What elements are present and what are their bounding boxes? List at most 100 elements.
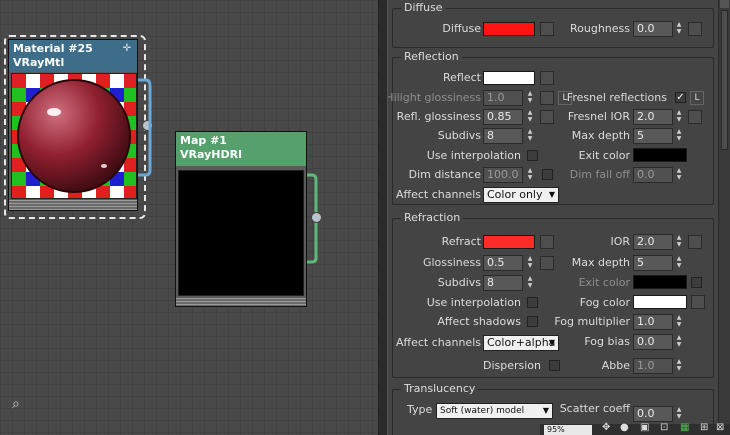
reflection-use-interpolation-checkbox[interactable] xyxy=(527,150,538,161)
spinner-arrows-icon[interactable]: ▲ ▼ xyxy=(675,21,683,37)
binoculars-icon[interactable]: ⌕ xyxy=(12,396,20,412)
scatter-coeff-spinner[interactable]: 0.0 xyxy=(633,406,673,422)
reflection-exit-color-swatch[interactable] xyxy=(633,148,687,162)
reflect-color-swatch[interactable] xyxy=(483,71,535,85)
hilight-map-button[interactable] xyxy=(540,91,554,105)
spinner-arrows-icon[interactable]: ▲ ▼ xyxy=(675,128,683,144)
reflection-max-depth-spinner[interactable]: 5 xyxy=(633,128,673,144)
fog-color-swatch[interactable] xyxy=(633,295,687,309)
roughness-map-button[interactable] xyxy=(688,22,702,36)
map-node[interactable]: Map #1 VRayHDRI xyxy=(175,131,307,307)
scrollbar-thumb[interactable] xyxy=(721,10,728,150)
hilight-glossiness-spinner[interactable]: 1.0 xyxy=(483,90,523,106)
fog-color-map-button[interactable] xyxy=(691,295,705,309)
refract-map-button[interactable] xyxy=(540,235,554,249)
reflection-affect-channels-value: Color only xyxy=(487,188,543,201)
spinner-arrows-icon[interactable]: ▲ ▼ xyxy=(675,314,683,330)
spinner-arrows-icon[interactable]: ▲ ▼ xyxy=(526,109,534,125)
translucency-type-label: Type xyxy=(407,403,433,416)
scatter-coeff-label: Scatter coeff xyxy=(559,402,630,415)
map-node-title: Map #1 xyxy=(180,134,227,147)
refraction-exit-color-label: Exit color xyxy=(578,276,630,289)
zoom-field[interactable]: 95% xyxy=(544,425,592,435)
reflection-affect-channels-dropdown[interactable]: Color only ▼ xyxy=(483,187,559,203)
map-node-header[interactable]: Map #1 VRayHDRI xyxy=(176,132,306,166)
hilight-glossiness-label: Hilight glossiness xyxy=(388,91,481,104)
spinner-arrows-icon[interactable]: ▲ ▼ xyxy=(675,234,683,250)
fresnel-ior-map-button[interactable] xyxy=(688,110,702,124)
affect-shadows-checkbox[interactable] xyxy=(527,316,538,327)
zoom-extents-icon[interactable]: ▣ xyxy=(640,422,649,433)
refraction-exit-color-checkbox[interactable] xyxy=(691,277,702,288)
fresnel-ior-spinner[interactable]: 2.0 xyxy=(633,109,673,125)
dispersion-checkbox[interactable] xyxy=(549,360,560,371)
diffuse-label: Diffuse xyxy=(442,22,481,35)
node-editor-viewport[interactable]: Material #25 VRayMtl ✛ Map #1 VRayHDRI ⌕ xyxy=(0,0,378,435)
spinner-arrows-icon[interactable]: ▲ ▼ xyxy=(675,255,683,271)
abbe-spinner[interactable]: 1.0 xyxy=(633,358,673,374)
scrollbar-up-arrow-icon[interactable] xyxy=(720,0,729,8)
reflect-map-button[interactable] xyxy=(540,71,554,85)
reflection-use-interpolation-label: Use interpolation xyxy=(426,149,521,162)
reflection-subdivs-spinner[interactable]: 8 xyxy=(483,128,523,144)
refraction-subdivs-label: Subdivs xyxy=(437,276,481,289)
diffuse-map-button[interactable] xyxy=(540,22,554,36)
dim-falloff-label: Dim fall off xyxy=(569,168,630,181)
roughness-label: Roughness xyxy=(569,22,630,35)
spinner-arrows-icon[interactable]: ▲ ▼ xyxy=(675,334,683,350)
refl-glossiness-map-button[interactable] xyxy=(540,110,554,124)
translucency-type-dropdown[interactable]: Soft (water) model ▼ xyxy=(436,403,553,419)
refraction-exit-color-swatch[interactable] xyxy=(633,275,687,289)
node-footer xyxy=(176,298,306,306)
reflection-max-depth-label: Max depth xyxy=(571,129,630,142)
ior-map-button[interactable] xyxy=(688,235,702,249)
dim-falloff-spinner[interactable]: 0.0 xyxy=(633,167,673,183)
refraction-glossiness-map-button[interactable] xyxy=(540,256,554,270)
spinner-arrows-icon[interactable]: ▲ ▼ xyxy=(675,109,683,125)
refl-glossiness-spinner[interactable]: 0.85 xyxy=(483,109,523,125)
spinner-arrows-icon[interactable]: ▲ ▼ xyxy=(675,406,683,422)
map-output-socket[interactable] xyxy=(311,212,322,223)
region-zoom-icon[interactable]: ⊡ xyxy=(660,422,668,433)
refraction-use-interpolation-checkbox[interactable] xyxy=(527,297,538,308)
refraction-group: Refraction Refract IOR 2.0 ▲ ▼ Glossiness… xyxy=(392,211,714,378)
fresnel-lock-button[interactable]: L xyxy=(690,91,704,105)
chevron-down-icon: ▼ xyxy=(548,338,555,347)
settings-icon[interactable]: ⊠ xyxy=(716,422,724,433)
spinner-arrows-icon[interactable]: ▲ ▼ xyxy=(526,128,534,144)
dim-distance-checkbox[interactable] xyxy=(542,169,553,180)
refraction-affect-channels-label: Affect channels xyxy=(396,336,481,349)
fog-bias-spinner[interactable]: 0.0 xyxy=(633,334,673,350)
affect-shadows-label: Affect shadows xyxy=(437,315,521,328)
pan-icon[interactable]: ✥ xyxy=(602,422,610,433)
map-node-type: VRayHDRI xyxy=(180,148,243,161)
refraction-subdivs-spinner[interactable]: 8 xyxy=(483,275,523,291)
spinner-arrows-icon[interactable]: ▲ ▼ xyxy=(526,167,534,183)
refract-color-swatch[interactable] xyxy=(483,235,535,249)
roughness-spinner[interactable]: 0.0 xyxy=(633,21,673,37)
abbe-label: Abbe xyxy=(601,359,630,372)
zoom-icon[interactable]: ● xyxy=(620,422,629,433)
refraction-glossiness-spinner[interactable]: 0.5 xyxy=(483,255,523,271)
reflection-group-title: Reflection xyxy=(401,50,462,63)
fresnel-reflections-checkbox[interactable]: ✓ xyxy=(675,92,686,103)
spinner-arrows-icon[interactable]: ▲ ▼ xyxy=(526,90,534,106)
diffuse-color-swatch[interactable] xyxy=(483,22,535,36)
ior-spinner[interactable]: 2.0 xyxy=(633,234,673,250)
diffuse-group-title: Diffuse xyxy=(401,1,446,14)
panel-divider[interactable] xyxy=(378,0,388,435)
view-options-icon[interactable]: ⊞ xyxy=(700,422,708,433)
spinner-arrows-icon[interactable]: ▲ ▼ xyxy=(526,255,534,271)
dim-distance-spinner[interactable]: 100.0 xyxy=(483,167,523,183)
spinner-arrows-icon[interactable]: ▲ ▼ xyxy=(526,275,534,291)
spinner-arrows-icon[interactable]: ▲ ▼ xyxy=(675,167,683,183)
fog-multiplier-spinner[interactable]: 1.0 xyxy=(633,314,673,330)
refraction-max-depth-spinner[interactable]: 5 xyxy=(633,255,673,271)
spinner-arrows-icon[interactable]: ▲ ▼ xyxy=(675,358,683,374)
layout-icon[interactable]: ▦ xyxy=(680,422,689,433)
refraction-affect-channels-dropdown[interactable]: Color+alpha ▼ xyxy=(483,335,559,351)
refraction-affect-channels-value: Color+alpha xyxy=(487,336,556,349)
refract-label: Refract xyxy=(441,235,481,248)
panel-scrollbar[interactable] xyxy=(718,0,730,424)
reflection-affect-channels-label: Affect channels xyxy=(396,188,481,201)
